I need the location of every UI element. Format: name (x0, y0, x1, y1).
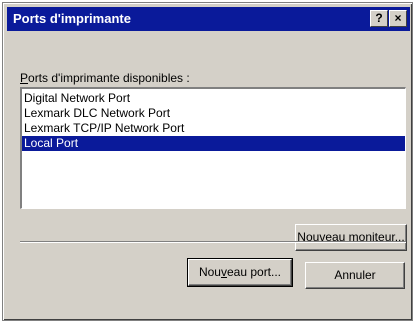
title-bar: Ports d'imprimante ? × (7, 7, 410, 31)
list-item-digital-network-port[interactable]: Digital Network Port (22, 91, 405, 106)
available-ports-label: Ports d'imprimante disponibles : (20, 71, 190, 85)
available-ports-label-text: orts d'imprimante disponibles : (28, 71, 190, 85)
new-port-label-pre: Nou (198, 265, 221, 279)
list-item-lexmark-tcpip-network-port[interactable]: Lexmark TCP/IP Network Port (22, 121, 405, 136)
dialog-title: Ports d'imprimante (13, 11, 131, 26)
printer-ports-dialog: Ports d'imprimante ? × Ports d'imprimant… (2, 2, 413, 321)
help-button[interactable]: ? (370, 10, 388, 27)
separator (20, 241, 406, 243)
close-button[interactable]: × (389, 10, 407, 27)
ports-listbox[interactable]: Digital Network Port Lexmark DLC Network… (20, 87, 406, 209)
list-item-local-port[interactable]: Local Port (22, 136, 405, 151)
new-monitor-button[interactable]: Nouveau moniteur... (295, 224, 407, 251)
new-port-label-rest: eau port... (226, 265, 282, 279)
list-item-lexmark-dlc-network-port[interactable]: Lexmark DLC Network Port (22, 106, 405, 121)
cancel-button[interactable]: Annuler (305, 262, 405, 289)
new-port-button[interactable]: Nouveau port... (187, 258, 293, 287)
available-ports-label-mnemonic: P (20, 71, 29, 85)
